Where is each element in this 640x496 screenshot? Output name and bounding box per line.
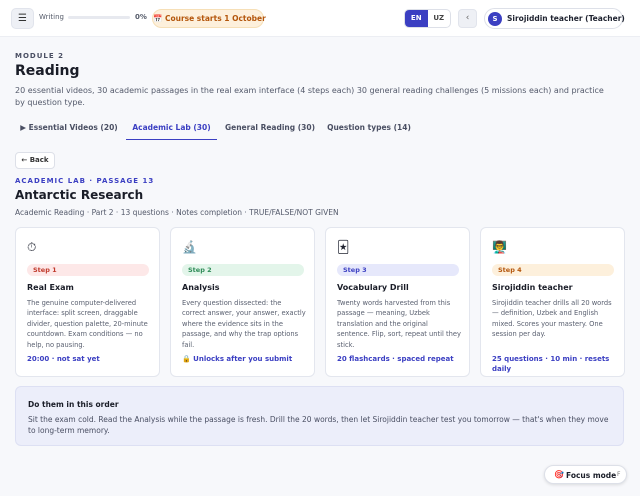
- tab-essential-videos[interactable]: ▶ Essential Videos (20): [17, 118, 121, 140]
- language-uz-button[interactable]: UZ: [428, 10, 451, 27]
- card-title: Analysis: [182, 283, 220, 292]
- step-badge: Step 1: [27, 264, 149, 276]
- language-en-button[interactable]: EN: [405, 10, 428, 27]
- focus-mode-label: Focus mode: [566, 471, 617, 480]
- passage-meta: Academic Reading · Part 2 · 13 questions…: [15, 208, 339, 217]
- user-name: Sirojiddin teacher (Teacher): [507, 14, 625, 23]
- card-title: Vocabulary Drill: [337, 283, 409, 292]
- study-order-title: Do them in this order: [28, 400, 119, 409]
- page-description: 20 essential videos, 30 academic passage…: [15, 86, 604, 107]
- step-card-real-exam[interactable]: ⏱ Step 1 Real Exam The genuine computer-…: [15, 227, 160, 377]
- writing-progress-percent: 0%: [135, 13, 147, 21]
- card-title: Sirojiddin teacher: [492, 283, 573, 292]
- step-card-analysis[interactable]: 🔬 Step 2 Analysis Every question dissect…: [170, 227, 315, 377]
- microscope-icon: 🔬: [182, 240, 197, 254]
- study-order-notice: Do them in this order Sit the exam cold.…: [15, 386, 624, 446]
- card-description: Twenty words harvested from this passage…: [337, 299, 461, 349]
- focus-mode-shortcut: F: [617, 471, 621, 478]
- module-label: MODULE 2: [15, 52, 64, 60]
- page-title: Reading: [15, 63, 80, 79]
- writing-progress-label: Writing: [39, 13, 64, 21]
- flashcard-icon: 🃏: [337, 240, 350, 254]
- tab-academic-lab[interactable]: Academic Lab (30): [126, 118, 217, 140]
- card-title: Real Exam: [27, 283, 74, 292]
- tab-general-reading[interactable]: General Reading (30): [222, 118, 318, 140]
- step-badge: Step 3: [337, 264, 459, 276]
- passage-title: Antarctic Research: [15, 188, 144, 202]
- writing-progress-bar: [68, 16, 130, 19]
- avatar: S: [488, 12, 502, 26]
- step-card-vocabulary-drill[interactable]: 🃏 Step 3 Vocabulary Drill Twenty words h…: [325, 227, 470, 377]
- card-description: Every question dissected: the correct an…: [182, 299, 306, 349]
- tab-question-types[interactable]: Question types (14): [325, 118, 413, 140]
- user-menu[interactable]: S Sirojiddin teacher (Teacher): [484, 8, 625, 29]
- teacher-icon: 👨‍🏫: [492, 240, 507, 254]
- passage-label: ACADEMIC LAB · PASSAGE 13: [15, 177, 155, 185]
- menu-icon[interactable]: ☰: [11, 8, 34, 29]
- card-description: Sirojiddin teacher drills all 20 words —…: [492, 299, 612, 339]
- card-status: 25 questions · 10 min · resets daily: [492, 355, 610, 373]
- study-order-text: Sit the exam cold. Read the Analysis whi…: [28, 415, 609, 435]
- focus-mode-button[interactable]: 🎯 Focus mode F: [544, 465, 627, 484]
- back-button[interactable]: ← Back: [15, 152, 55, 169]
- card-status: 20:00 · not sat yet: [27, 355, 100, 363]
- course-start-notice: 📅 Course starts 1 October: [152, 9, 266, 28]
- chevron-left-icon[interactable]: ‹: [458, 9, 477, 28]
- step-badge: Step 2: [182, 264, 304, 276]
- card-description: The genuine computer-delivered interface…: [27, 299, 148, 349]
- step-badge: Step 4: [492, 264, 614, 276]
- target-icon: 🎯: [554, 470, 564, 479]
- card-status: 20 flashcards · spaced repeat: [337, 355, 454, 363]
- step-card-teacher-test[interactable]: 👨‍🏫 Step 4 Sirojiddin teacher Sirojiddin…: [480, 227, 625, 377]
- top-bar: ☰ Writing 0% 📅 Course starts 1 October E…: [0, 0, 640, 37]
- language-switch: EN UZ: [404, 9, 451, 28]
- stopwatch-icon: ⏱: [27, 240, 37, 254]
- card-status: 🔒 Unlocks after you submit: [182, 355, 293, 363]
- section-tabs: ▶ Essential Videos (20) Academic Lab (30…: [15, 118, 425, 140]
